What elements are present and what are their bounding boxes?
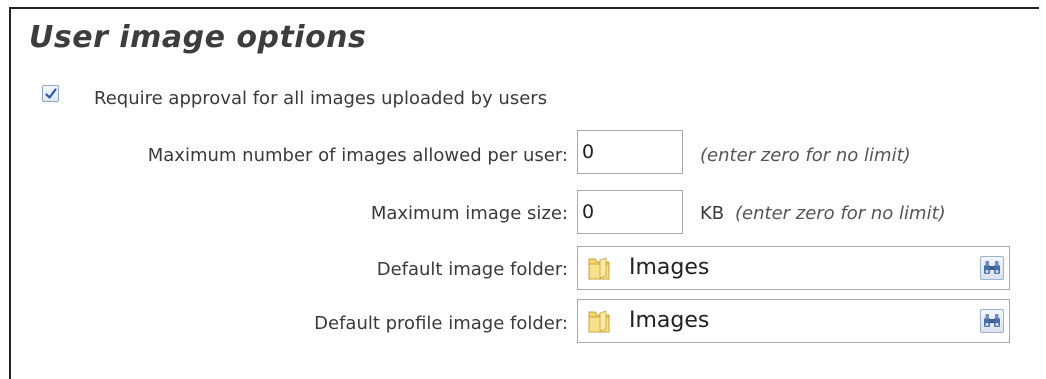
default-folder-browse-button[interactable]: [980, 256, 1004, 280]
max-images-label: Maximum number of images allowed per use…: [147, 145, 568, 166]
default-folder-selector[interactable]: Images: [577, 246, 1010, 290]
section-title: User image options: [29, 20, 367, 55]
binoculars-icon: [984, 314, 1000, 327]
binoculars-icon: [984, 261, 1000, 274]
panel-border-top: [9, 7, 1039, 9]
user-image-options-panel: User image options Require approval for …: [0, 0, 1046, 379]
require-approval-label[interactable]: Require approval for all images uploaded…: [94, 88, 547, 109]
max-images-hint: (enter zero for no limit): [700, 145, 911, 166]
max-size-hint: (enter zero for no limit): [735, 203, 946, 224]
default-folder-name: Images: [629, 255, 710, 280]
max-size-unit: KB: [700, 203, 725, 224]
default-folder-label: Default image folder:: [376, 259, 568, 280]
profile-folder-name: Images: [629, 308, 710, 333]
max-size-input[interactable]: 0: [577, 190, 683, 234]
max-images-input[interactable]: 0: [577, 130, 683, 174]
folder-icon: [588, 257, 610, 280]
require-approval-checkbox[interactable]: [42, 85, 59, 102]
folder-icon: [588, 310, 610, 333]
panel-border-left: [9, 7, 11, 379]
profile-folder-selector[interactable]: Images: [577, 299, 1010, 343]
max-size-label: Maximum image size:: [370, 203, 568, 224]
profile-folder-browse-button[interactable]: [980, 309, 1004, 333]
checkmark-icon: [45, 88, 57, 99]
profile-folder-label: Default profile image folder:: [314, 313, 568, 334]
